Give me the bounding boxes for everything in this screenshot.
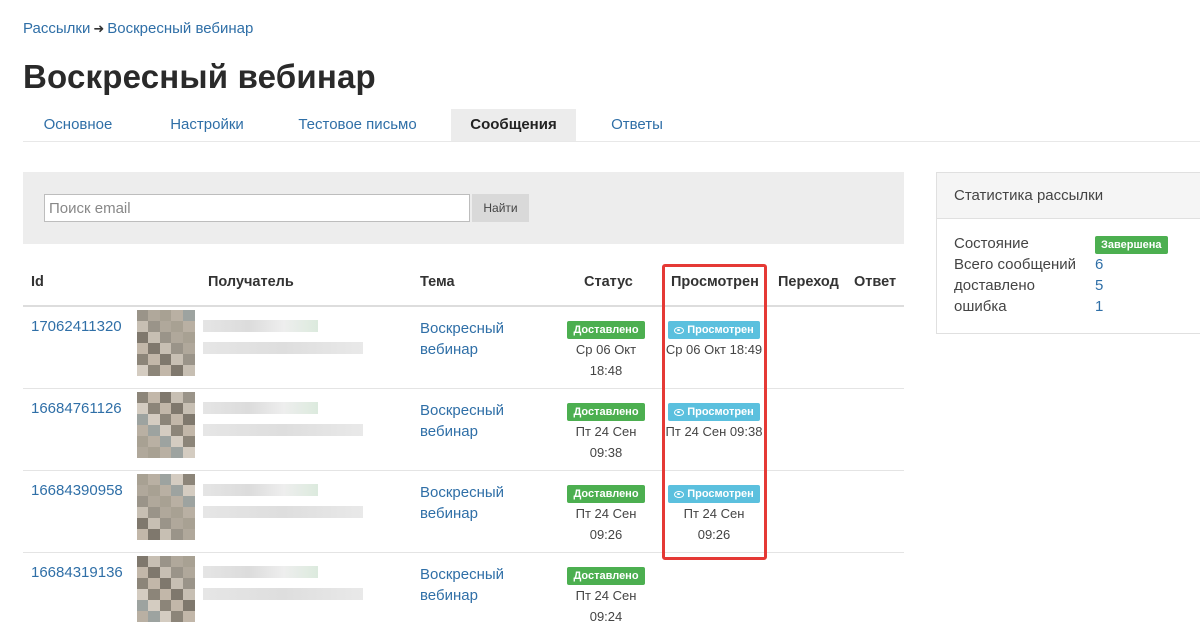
topic-link[interactable]: Воскресный вебинар bbox=[420, 564, 520, 606]
tab-replies[interactable]: Ответы bbox=[597, 109, 677, 141]
table-row: 16684761126 Воскресный вебинар Доставлен… bbox=[23, 388, 904, 471]
message-id-link[interactable]: 16684319136 bbox=[31, 564, 123, 581]
status-date: Пт 24 Сен 09:24 bbox=[575, 588, 637, 624]
topic-link[interactable]: Воскресный вебинар bbox=[420, 482, 520, 524]
stats-total-link[interactable]: 6 bbox=[1095, 256, 1103, 273]
tab-test-letter[interactable]: Тестовое письмо bbox=[285, 109, 430, 141]
search-button[interactable]: Найти bbox=[472, 194, 529, 222]
arrow-right-icon: ➜ bbox=[93, 21, 105, 36]
column-header-click[interactable]: Переход bbox=[778, 274, 839, 290]
topic-link[interactable]: Воскресный вебинар bbox=[420, 400, 520, 442]
tab-bar: Основное Настройки Тестовое письмо Сообщ… bbox=[23, 109, 1200, 142]
breadcrumb-link-mailings[interactable]: Рассылки bbox=[23, 20, 90, 37]
breadcrumb-link-current[interactable]: Воскресный вебинар bbox=[107, 20, 253, 37]
mailing-stats-panel: Статистика рассылки Состояние Завершена … bbox=[936, 172, 1200, 334]
viewed-cell: Просмотрен Ср 06 Окт 18:49 bbox=[663, 318, 765, 360]
column-header-id[interactable]: Id bbox=[31, 274, 44, 290]
recipient-info-blurred bbox=[203, 320, 363, 356]
search-input[interactable] bbox=[44, 194, 470, 222]
eye-icon bbox=[674, 409, 685, 416]
stats-delivered-label: доставлено bbox=[954, 277, 1035, 294]
table-header-row: Id Получатель Тема Статус Просмотрен Пер… bbox=[23, 262, 904, 307]
delivered-badge: Доставлено bbox=[567, 321, 645, 339]
avatar bbox=[137, 392, 195, 458]
viewed-date: Ср 06 Окт 18:49 bbox=[665, 342, 763, 357]
column-header-viewed[interactable]: Просмотрен bbox=[671, 274, 759, 290]
avatar bbox=[137, 310, 195, 376]
viewed-badge-label: Просмотрен bbox=[687, 324, 754, 336]
status-date: Пт 24 Сен 09:38 bbox=[575, 424, 637, 460]
message-id-link[interactable]: 16684761126 bbox=[31, 400, 122, 417]
status-cell: Доставлено Пт 24 Сен 09:26 bbox=[561, 482, 651, 545]
stats-state-value: Завершена bbox=[1095, 235, 1168, 254]
topic-link[interactable]: Воскресный вебинар bbox=[420, 318, 520, 360]
tab-messages[interactable]: Сообщения bbox=[451, 109, 576, 141]
viewed-date: Пт 24 Сен 09:26 bbox=[683, 506, 745, 542]
column-header-reply[interactable]: Ответ bbox=[854, 274, 896, 290]
status-cell: Доставлено Ср 06 Окт 18:48 bbox=[561, 318, 651, 381]
breadcrumb: Рассылки ➜ Воскресный вебинар bbox=[23, 20, 253, 37]
status-cell: Доставлено Пт 24 Сен 09:24 bbox=[561, 564, 651, 627]
stats-error-link[interactable]: 1 bbox=[1095, 298, 1103, 315]
recipient-info-blurred bbox=[203, 566, 363, 602]
viewed-badge-label: Просмотрен bbox=[687, 406, 754, 418]
avatar bbox=[137, 474, 195, 540]
avatar bbox=[137, 556, 195, 622]
delivered-badge: Доставлено bbox=[567, 567, 645, 585]
viewed-date: Пт 24 Сен 09:38 bbox=[665, 424, 763, 439]
recipient-info-blurred bbox=[203, 484, 363, 520]
completed-badge: Завершена bbox=[1095, 236, 1168, 254]
eye-icon bbox=[674, 327, 685, 334]
table-row: 16684319136 Воскресный вебинар Доставлен… bbox=[23, 552, 904, 634]
column-header-topic[interactable]: Тема bbox=[420, 274, 455, 290]
viewed-badge-label: Просмотрен bbox=[687, 488, 754, 500]
stats-title: Статистика рассылки bbox=[937, 173, 1200, 219]
stats-error-label: ошибка bbox=[954, 298, 1007, 315]
message-id-link[interactable]: 17062411320 bbox=[31, 318, 122, 335]
tab-settings[interactable]: Настройки bbox=[152, 109, 262, 141]
page-title: Воскресный вебинар bbox=[23, 58, 376, 95]
tab-main[interactable]: Основное bbox=[23, 109, 133, 141]
eye-icon bbox=[674, 491, 685, 498]
stats-delivered-link[interactable]: 5 bbox=[1095, 277, 1103, 294]
search-panel: Найти bbox=[23, 172, 904, 244]
status-cell: Доставлено Пт 24 Сен 09:38 bbox=[561, 400, 651, 463]
column-header-status[interactable]: Статус bbox=[584, 274, 633, 290]
delivered-badge: Доставлено bbox=[567, 485, 645, 503]
viewed-badge: Просмотрен bbox=[668, 403, 760, 421]
column-header-recipient[interactable]: Получатель bbox=[208, 274, 294, 290]
viewed-badge: Просмотрен bbox=[668, 485, 760, 503]
stats-state-label: Состояние bbox=[954, 235, 1029, 252]
status-date: Пт 24 Сен 09:26 bbox=[575, 506, 637, 542]
viewed-cell: Просмотрен Пт 24 Сен 09:26 bbox=[663, 482, 765, 545]
table-row: 16684390958 Воскресный вебинар Доставлен… bbox=[23, 470, 904, 553]
viewed-cell: Просмотрен Пт 24 Сен 09:38 bbox=[663, 400, 765, 442]
status-date: Ср 06 Окт 18:48 bbox=[575, 342, 637, 378]
message-id-link[interactable]: 16684390958 bbox=[31, 482, 123, 499]
viewed-badge: Просмотрен bbox=[668, 321, 760, 339]
recipient-info-blurred bbox=[203, 402, 363, 438]
delivered-badge: Доставлено bbox=[567, 403, 645, 421]
stats-total-label: Всего сообщений bbox=[954, 256, 1076, 273]
table-row: 17062411320 Воскресный вебинар Доставлен… bbox=[23, 306, 904, 389]
